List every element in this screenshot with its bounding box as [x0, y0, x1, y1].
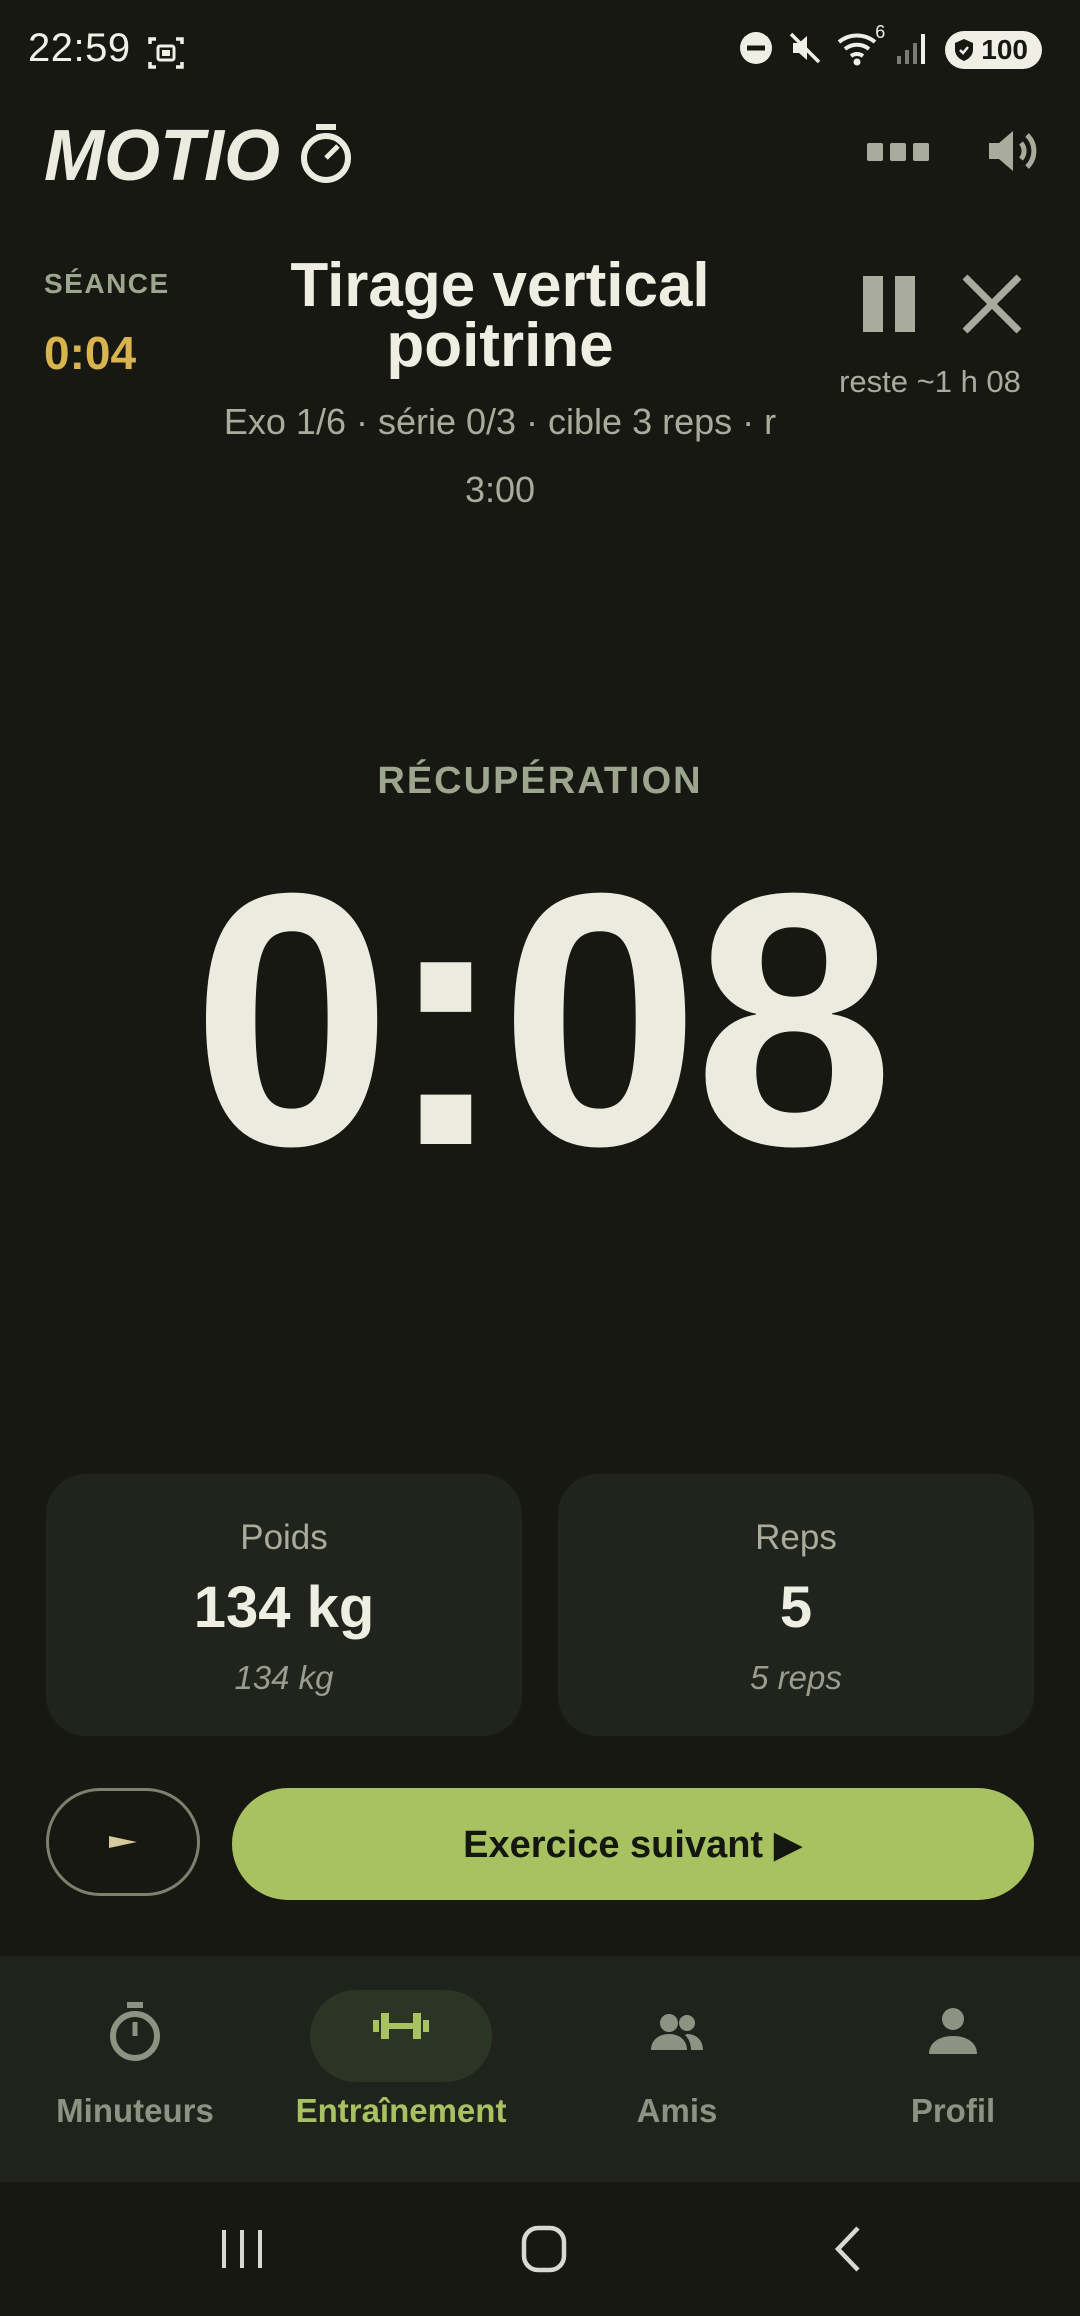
app-logo: MOTIO	[44, 116, 354, 196]
nav-item-entrainement[interactable]: Entraînement	[266, 1956, 536, 2182]
menu-dots-icon[interactable]	[862, 132, 934, 172]
mute-icon	[787, 30, 823, 71]
countdown-timer: 0:08	[191, 819, 895, 1221]
stopwatch-logo-icon	[301, 124, 351, 183]
seance-elapsed-time: 0:04	[44, 327, 137, 379]
signal-icon	[895, 30, 931, 71]
reps-hint: 5 reps	[750, 1659, 842, 1696]
status-time: 22:59	[28, 26, 131, 70]
weight-value: 134 kg	[193, 1575, 375, 1640]
play-small-icon	[109, 1836, 137, 1848]
remaining-time: reste ~1 h 08	[839, 364, 1021, 399]
nav-label-minuteurs: Minuteurs	[56, 2092, 214, 2129]
weight-hint: 134 kg	[234, 1659, 334, 1696]
shield-icon	[955, 39, 974, 61]
battery-indicator: 100	[945, 31, 1042, 69]
logo-text: MOTIO	[44, 118, 280, 188]
nav-item-amis[interactable]: Amis	[542, 1956, 812, 2182]
screenshot-icon	[146, 34, 186, 77]
next-exercise-button[interactable]: Exercice suivant ▶	[232, 1788, 1034, 1900]
stopwatch-icon	[107, 2000, 163, 2064]
home-icon[interactable]	[520, 2224, 568, 2279]
back-icon[interactable]	[828, 2224, 868, 2279]
weight-label: Poids	[240, 1518, 328, 1557]
pause-icon[interactable]	[856, 272, 922, 336]
nav-label-amis: Amis	[636, 2092, 718, 2129]
nav-item-minuteurs[interactable]: Minuteurs	[0, 1956, 270, 2182]
reps-card[interactable]: Reps 5 5 reps	[558, 1474, 1034, 1736]
seance-label: SÉANCE	[44, 268, 170, 299]
dumbbell-icon	[371, 2008, 431, 2044]
skip-rest-button[interactable]	[46, 1788, 200, 1896]
system-navigation-bar	[0, 2182, 1080, 2316]
reps-label: Reps	[755, 1518, 837, 1557]
next-exercise-label: Exercice suivant ▶	[463, 1823, 803, 1866]
dnd-icon	[739, 31, 773, 70]
nav-item-profil[interactable]: Profil	[818, 1956, 1080, 2182]
battery-level: 100	[981, 34, 1028, 65]
weight-card[interactable]: Poids 134 kg 134 kg	[46, 1474, 522, 1736]
wifi-icon: 6	[837, 22, 885, 71]
people-icon	[647, 2012, 707, 2052]
exercise-title: Tirage vertical poitrine	[290, 251, 710, 380]
person-icon	[927, 2006, 979, 2056]
nav-label-entrainement: Entraînement	[295, 2092, 507, 2129]
close-icon[interactable]	[960, 272, 1024, 336]
reps-value: 5	[779, 1575, 813, 1640]
bottom-navigation: Minuteurs Entraînement Amis Profil	[0, 1956, 1080, 2182]
status-icons: 6 100	[739, 22, 1042, 72]
nav-label-profil: Profil	[910, 2092, 996, 2129]
exercise-subtitle: Exo 1/6 · série 0/3 · cible 3 reps · r 3…	[223, 401, 777, 510]
speaker-icon[interactable]	[980, 118, 1046, 184]
phase-label: RÉCUPÉRATION	[377, 760, 703, 802]
recent-apps-icon[interactable]	[218, 2226, 268, 2277]
wifi-badge: 6	[875, 21, 886, 42]
